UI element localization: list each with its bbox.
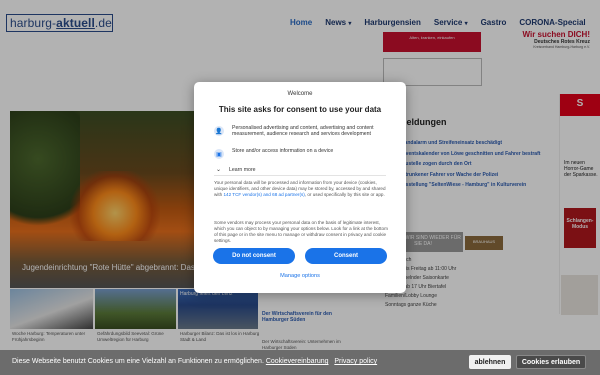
- person-icon: 👤: [214, 126, 224, 136]
- cookie-agreement-link[interactable]: Cookievereinbarung: [266, 358, 329, 365]
- consent-purpose-row: 👤 Personalised advertising and content, …: [214, 125, 389, 138]
- privacy-policy-link[interactable]: Privacy policy: [334, 358, 377, 365]
- consent-body-text: Your personal data will be processed and…: [214, 180, 388, 198]
- consent-brand: Welcome: [287, 91, 313, 97]
- consent-purpose-text: Personalised advertising and content, ad…: [232, 125, 374, 138]
- learn-more-toggle[interactable]: ⌄ Learn more: [214, 166, 256, 174]
- chevron-down-icon: ⌄: [216, 167, 222, 173]
- consent-button[interactable]: Consent: [305, 248, 387, 264]
- consent-body-text-2: Some vendors may process your personal d…: [214, 220, 388, 243]
- do-not-consent-button[interactable]: Do not consent: [213, 248, 295, 264]
- decline-cookies-button[interactable]: ablehnen: [469, 355, 511, 369]
- vendors-link[interactable]: 142 TCF vendor(s) and 68 ad partner(s): [223, 192, 304, 197]
- consent-body-part: , or used specifically by this site or a…: [304, 192, 385, 197]
- cookie-bar: Diese Webseite benutzt Cookies um eine V…: [0, 350, 600, 375]
- consent-dialog: Welcome This site asks for consent to us…: [194, 82, 406, 293]
- consent-purpose-row: ▣ Store and/or access information on a d…: [214, 148, 389, 159]
- manage-options-link[interactable]: Manage options: [194, 273, 406, 279]
- learn-more-label: Learn more: [229, 166, 256, 173]
- accept-cookies-button[interactable]: Cookies erlauben: [516, 355, 586, 369]
- divider: [214, 175, 386, 176]
- consent-title: This site asks for consent to use your d…: [218, 105, 382, 114]
- cookie-bar-text: Diese Webseite benutzt Cookies um eine V…: [12, 358, 377, 365]
- device-icon: ▣: [214, 149, 224, 159]
- consent-purpose-text: Store and/or access information on a dev…: [232, 148, 334, 154]
- cookie-bar-message: Diese Webseite benutzt Cookies um eine V…: [12, 358, 264, 365]
